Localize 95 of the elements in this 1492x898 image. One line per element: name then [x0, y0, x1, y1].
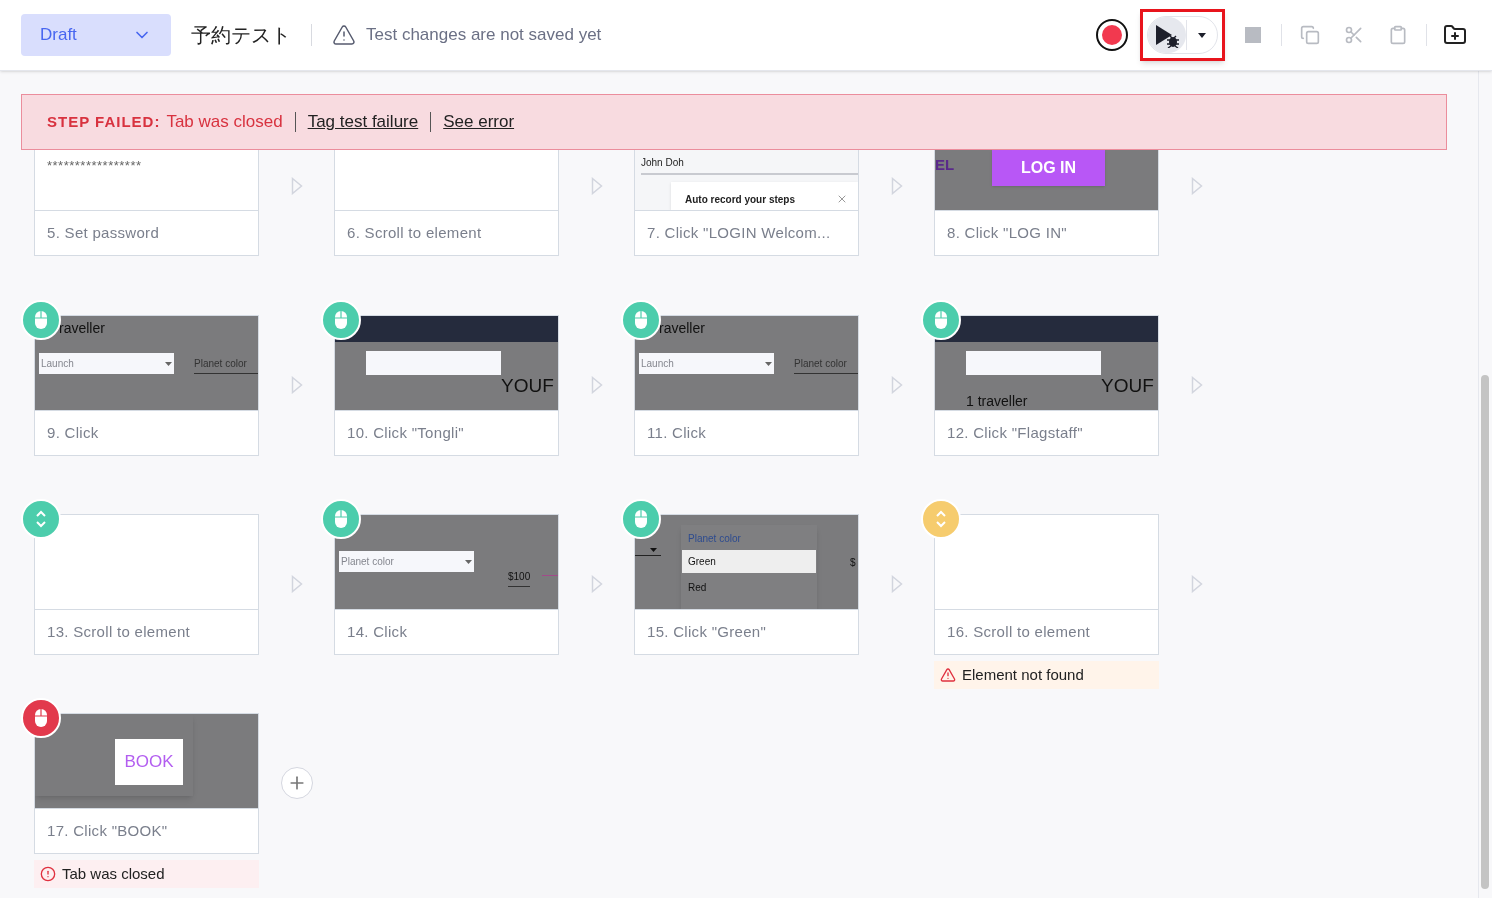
- book-button-preview: BOOK: [115, 739, 183, 785]
- next-arrow-icon: [890, 574, 903, 593]
- caret-icon: [165, 361, 172, 366]
- step-label: 10. Click "Tongli": [347, 422, 464, 443]
- step-card[interactable]: Planet color $100 14. Click: [334, 514, 559, 655]
- caret-icon: [465, 559, 472, 564]
- step-card[interactable]: YOUF 1 traveller 12. Click "Flagstaff": [934, 315, 1159, 456]
- step-label: 7. Click "LOGIN Welcom...: [647, 222, 831, 243]
- menu-option: Red: [688, 580, 707, 595]
- step-card[interactable]: 13. Scroll to element: [34, 514, 259, 655]
- step-card[interactable]: EL LOG IN 8. Click "LOG IN": [934, 150, 1159, 256]
- login-button-preview: LOG IN: [992, 150, 1105, 186]
- step-card[interactable]: raveller Launch Planet color 11. Click: [634, 315, 859, 456]
- folder-plus-icon: [1443, 23, 1467, 47]
- user-name-text: John Doh: [641, 156, 684, 170]
- next-arrow-icon: [1190, 375, 1203, 394]
- stop-icon: [1245, 27, 1261, 43]
- up-down-arrows-icon: [935, 509, 947, 529]
- traveller-text: 1 traveller: [966, 394, 1028, 408]
- heading-text: YOUF: [501, 376, 554, 395]
- test-name: 予約テスト: [191, 22, 291, 49]
- caret-icon: [765, 361, 772, 366]
- step-card[interactable]: ***************** 5. Set password: [34, 150, 259, 256]
- traveller-text: raveller: [59, 319, 105, 338]
- step-card[interactable]: raveller Launch Planet color 9. Click: [34, 315, 259, 456]
- planet-color-field: Planet color: [194, 356, 258, 374]
- next-arrow-icon: [590, 574, 603, 593]
- step-card[interactable]: 6. Scroll to element: [334, 150, 559, 256]
- partial-text: EL: [935, 155, 955, 175]
- failure-label: STEP FAILED:: [47, 111, 161, 132]
- mouse-icon: [934, 310, 948, 330]
- step-card[interactable]: BOOK 17. Click "BOOK": [34, 713, 259, 854]
- step-label: 17. Click "BOOK": [47, 820, 168, 841]
- mouse-icon: [34, 310, 48, 330]
- mouse-icon: [634, 509, 648, 529]
- dropdown-field: Launch: [39, 353, 174, 374]
- caret-icon: [650, 548, 657, 552]
- scrollbar-thumb[interactable]: [1481, 375, 1489, 889]
- warning-icon: [940, 667, 956, 683]
- step-card[interactable]: Planet color Green Red $ 15. Click "Green": [634, 514, 859, 655]
- step-label: 16. Scroll to element: [947, 621, 1091, 642]
- step-label: 13. Scroll to element: [47, 621, 191, 642]
- caret-icon: [1198, 32, 1206, 38]
- step-label: 8. Click "LOG IN": [947, 222, 1067, 243]
- step-label: 6. Scroll to element: [347, 222, 482, 243]
- traveller-text: raveller: [659, 319, 705, 338]
- next-arrow-icon: [290, 177, 303, 195]
- next-arrow-icon: [290, 375, 303, 394]
- mouse-icon: [334, 509, 348, 529]
- mouse-icon: [334, 310, 348, 330]
- step-label: 15. Click "Green": [647, 621, 767, 642]
- step-card[interactable]: John Doh Auto record your steps 7. Click "LOGIN Welcom...: [634, 150, 859, 256]
- next-arrow-icon: [290, 574, 303, 593]
- heading-text: YOUF: [1101, 376, 1154, 395]
- step-label: 9. Click: [47, 422, 99, 443]
- copy-icon: [1300, 25, 1320, 45]
- next-arrow-icon: [590, 177, 603, 195]
- mouse-icon: [34, 708, 48, 728]
- menu-header: Planet color: [688, 532, 741, 546]
- step-label: 12. Click "Flagstaff": [947, 422, 1083, 443]
- record-button[interactable]: [1096, 19, 1128, 51]
- banner-link[interactable]: See error: [443, 109, 515, 135]
- step-label: 14. Click: [347, 621, 408, 642]
- run-debug-button[interactable]: [1148, 17, 1186, 53]
- message-text: Element not found: [962, 664, 1084, 685]
- dropdown-field: Planet color: [339, 551, 474, 572]
- step-card[interactable]: 16. Scroll to element: [934, 514, 1159, 655]
- menu-option: Green: [682, 550, 816, 573]
- step-label: 11. Click: [647, 422, 707, 443]
- next-arrow-icon: [890, 177, 903, 195]
- step-label: 5. Set password: [47, 222, 160, 243]
- next-arrow-icon: [890, 375, 903, 394]
- message-text: Tab was closed: [62, 863, 165, 884]
- step-card[interactable]: YOUF 10. Click "Tongli": [334, 315, 559, 456]
- scissors-icon: [1344, 25, 1364, 45]
- status-dropdown[interactable]: Draft: [21, 14, 171, 56]
- next-arrow-icon: [590, 375, 603, 394]
- failure-message: Tab was closed: [166, 111, 283, 134]
- planet-color-field: Planet color: [794, 356, 858, 374]
- next-arrow-icon: [1190, 177, 1203, 195]
- add-step-button[interactable]: [280, 766, 313, 799]
- price-text: $100: [508, 569, 531, 587]
- close-icon: [836, 193, 848, 205]
- clipboard-icon: [1388, 25, 1408, 45]
- banner-link[interactable]: Tag test failure: [307, 109, 419, 135]
- mouse-icon: [634, 310, 648, 330]
- warning-icon: [332, 23, 356, 47]
- up-down-arrows-icon: [35, 509, 47, 529]
- dropdown-field: Launch: [639, 353, 774, 374]
- alert-circle-icon: [40, 866, 56, 882]
- next-arrow-icon: [1190, 574, 1203, 593]
- password-text: *****************: [47, 157, 142, 175]
- unsaved-notice: Test changes are not saved yet: [366, 24, 602, 47]
- popup-title: Auto record your steps: [685, 193, 796, 207]
- price-text: $: [850, 556, 856, 570]
